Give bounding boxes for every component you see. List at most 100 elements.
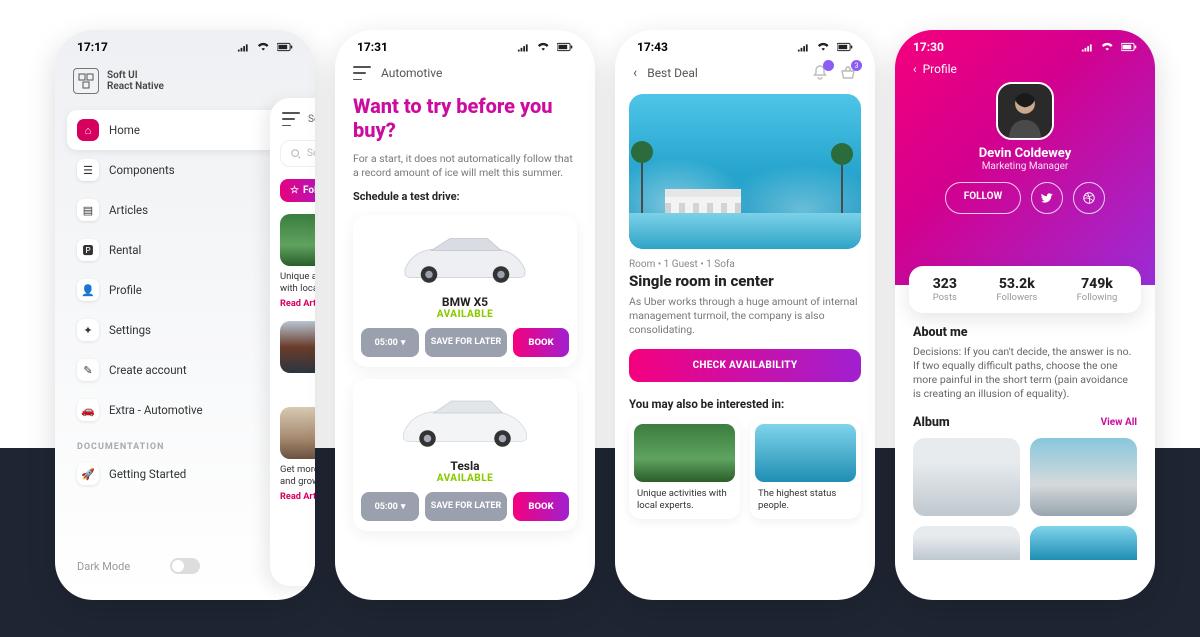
suggestion-card[interactable]: The highest status people. [750,419,861,519]
headline-desc: For a start, it does not automatically f… [353,152,577,180]
car-name: Tesla [361,459,569,473]
card-caption: The highest status people. [755,482,856,514]
feed-card[interactable]: Get more followers and grow. Read Articl… [280,407,315,502]
basket-icon[interactable]: 3 [839,64,857,82]
card-image [634,424,735,482]
status-time: 17:43 [637,40,668,54]
home-icon: ⌂ [77,119,99,141]
profile-role: Marketing Manager [913,161,1137,172]
time-dropdown[interactable]: 05:00 ▾ [361,328,419,357]
interest-label: You may also be interested in: [629,397,861,411]
card-image [280,214,315,266]
stat-posts[interactable]: 323Posts [933,276,957,303]
nav-articles[interactable]: ▤Articles [67,190,303,230]
follow-button[interactable]: FOLLOW [945,182,1022,214]
car-status: AVAILABLE [361,473,569,484]
album-image[interactable] [1030,438,1137,516]
section-docs: DOCUMENTATION [67,430,303,454]
album-image[interactable] [913,526,1020,560]
search-input[interactable]: Search [280,140,315,167]
book-button[interactable]: BOOK [513,492,569,521]
cart-badge: 3 [851,60,862,71]
brand-line2: React Native [107,81,164,92]
album-image[interactable] [1030,526,1137,560]
feed-card[interactable] [280,321,315,373]
create-icon: ✎ [77,359,99,381]
twitter-icon[interactable] [1031,182,1063,214]
status-indicators [1081,41,1137,53]
content-peek: Soft UI Search ☆ Follo Unique activities… [270,98,315,586]
status-bar: 17:30 [913,40,1137,54]
read-article-link[interactable]: Read Article › [280,298,315,309]
avatar[interactable] [996,82,1054,140]
schedule-label: Schedule a test drive: [353,190,577,203]
profile-hero: 17:30 ‹ Profile Devin Coldewey Marketing… [895,30,1155,285]
listing-meta: Room • 1 Guest • 1 Sofa [629,259,861,270]
stat-followers[interactable]: 53.2kFollowers [996,276,1037,303]
page-header: Automotive [335,54,595,84]
components-icon: ☰ [77,159,99,181]
nav-rental[interactable]: 🅿︎Rental [67,230,303,270]
chevron-down-icon: ▾ [401,502,406,512]
status-bar: 17:17 [55,30,315,54]
car-image [361,387,569,457]
card-image [755,424,856,482]
dark-mode-label: Dark Mode [77,560,130,573]
status-indicators [797,41,853,53]
chevron-down-icon: ▾ [401,338,406,348]
back-chevron-icon[interactable]: ‹ [633,65,637,81]
phone-profile: 17:30 ‹ Profile Devin Coldewey Marketing… [895,30,1155,600]
status-bar: 17:31 [335,30,595,54]
nav-create-account[interactable]: ✎Create account [67,350,303,390]
back-to-profile[interactable]: ‹ Profile [913,62,1137,76]
dark-mode-toggle[interactable] [170,558,200,574]
nav-settings[interactable]: ✦Settings [67,310,303,350]
follow-button[interactable]: ☆ Follo [280,179,315,202]
save-for-later-button[interactable]: SAVE FOR LATER [425,328,507,357]
peek-header[interactable]: Soft UI [280,108,315,130]
album-image[interactable] [913,438,1020,516]
phone-rental: 17:43 ‹ Best Deal 3 Room • 1 Guest • 1 S… [615,30,875,600]
brand-line1: Soft UI [107,70,138,81]
automotive-icon: 🚗 [77,399,99,421]
check-availability-button[interactable]: CHECK AVAILABILITY [629,349,861,382]
car-card: Tesla AVAILABLE 05:00 ▾ SAVE FOR LATER B… [353,379,577,531]
about-heading: About me [913,325,1137,340]
feed-card[interactable]: Unique activities with local experts. Re… [280,214,315,309]
headline: Want to try before you buy? [353,94,577,142]
brand-row: Soft UIReact Native [55,54,315,100]
menu-icon[interactable] [353,66,371,80]
car-image [361,223,569,293]
rental-icon: 🅿︎ [77,239,99,261]
card-caption: Unique activities with local experts. [634,482,735,514]
brand-icon [73,68,99,94]
dribbble-icon[interactable] [1073,182,1105,214]
about-text: Decisions: If you can't decide, the answ… [913,345,1137,401]
nav-getting-started[interactable]: 🚀Getting Started [67,454,303,494]
save-for-later-button[interactable]: SAVE FOR LATER [425,492,507,521]
stats-card: 323Posts 53.2kFollowers 749kFollowing [909,266,1141,313]
time-dropdown[interactable]: 05:00 ▾ [361,492,419,521]
status-indicators [517,41,573,53]
stat-following[interactable]: 749kFollowing [1077,276,1118,303]
car-status: AVAILABLE [361,309,569,320]
card-image [280,321,315,373]
rocket-icon: 🚀 [77,463,99,485]
view-all-link[interactable]: View All [1101,417,1137,428]
phone-automotive: 17:31 Automotive Want to try before you … [335,30,595,600]
book-button[interactable]: BOOK [513,328,569,357]
page-title: Automotive [381,66,442,80]
nav-components[interactable]: ☰Components [67,150,303,190]
bell-icon[interactable] [811,64,829,82]
read-article-link[interactable]: Read Article › [280,491,315,502]
settings-icon: ✦ [77,319,99,341]
suggestion-card[interactable]: Unique activities with local experts. [629,419,740,519]
notif-badge [823,60,834,71]
status-indicators [237,41,293,53]
nav-profile[interactable]: 👤Profile [67,270,303,310]
nav-home[interactable]: ⌂Home [67,110,303,150]
nav-extra-automotive[interactable]: 🚗Extra - Automotive [67,390,303,430]
menu-icon[interactable] [282,112,300,126]
listing-hero-image [629,94,861,249]
profile-name: Devin Coldewey [913,146,1137,161]
